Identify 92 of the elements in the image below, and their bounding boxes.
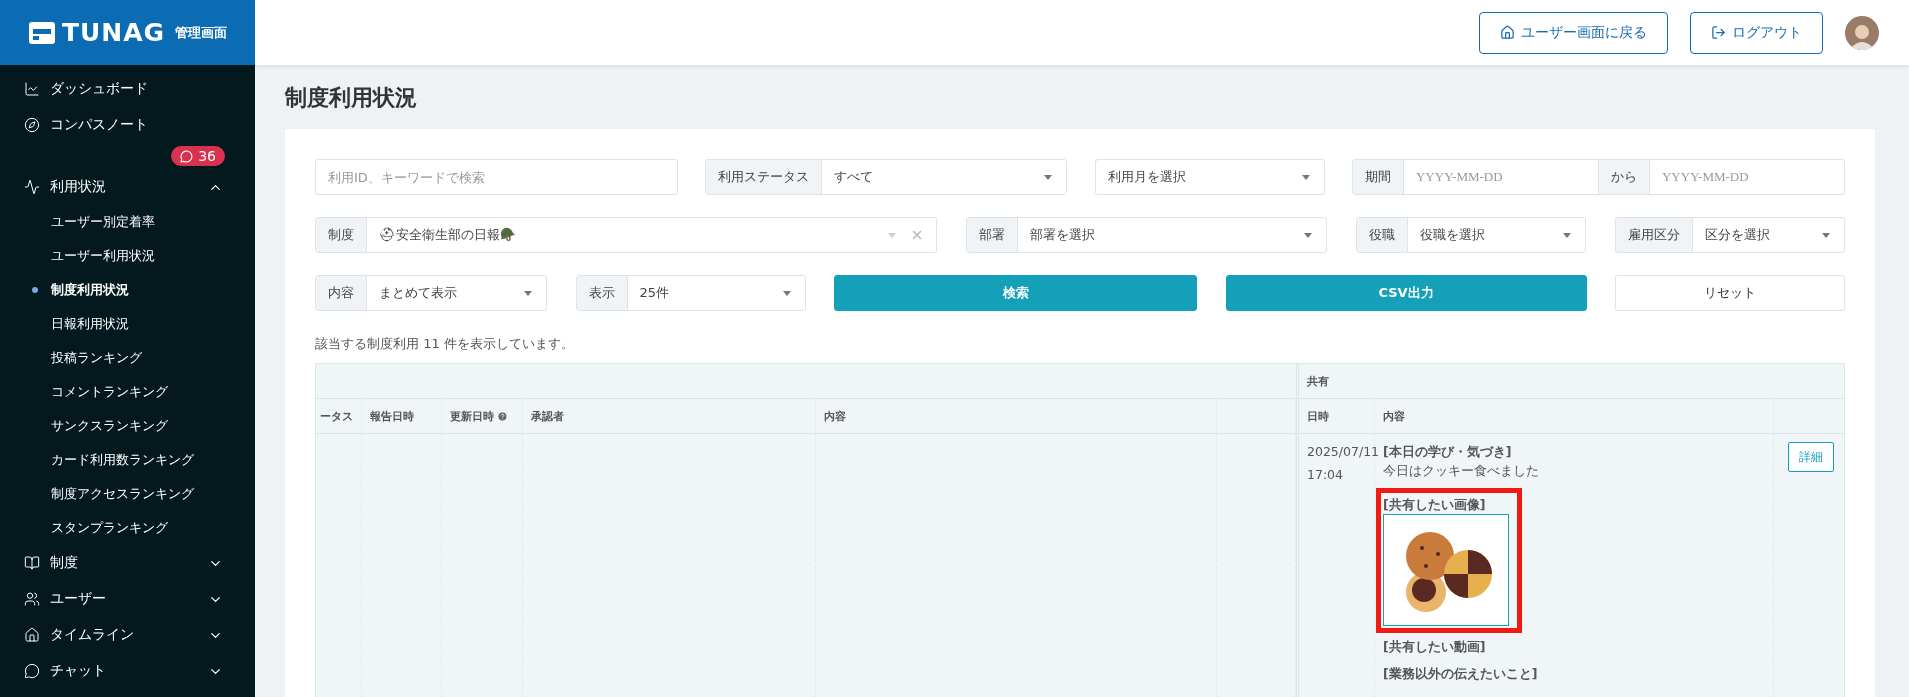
select-value: 25件 [638, 284, 671, 302]
select-value: すべて [833, 168, 875, 186]
speech-bubble-icon [180, 149, 194, 163]
caret-icon [888, 232, 896, 238]
field-label: 部署 [967, 218, 1018, 252]
sidebar-subitem[interactable]: サンクスランキング [0, 409, 255, 443]
home-icon [24, 627, 40, 643]
sidebar-item[interactable]: ユーザー [0, 581, 255, 617]
help-icon[interactable] [497, 410, 508, 422]
section-heading: [共有したい画像] [1383, 496, 1486, 514]
sidebar-item[interactable]: コンパスノート [0, 107, 255, 143]
brand-subtitle: 管理画面 [175, 23, 228, 42]
column-header: 報告日時 [362, 399, 442, 434]
sidebar-item[interactable]: チャット [0, 653, 255, 689]
select-field[interactable]: 利用月を選択 [1094, 159, 1325, 195]
section-heading: [共有したい動画] [1383, 638, 1486, 656]
column-header: 内容 [1375, 399, 1774, 434]
select-field[interactable]: 表示 25件 [575, 275, 806, 311]
logout-icon [1711, 25, 1726, 40]
sidebar-subitem[interactable]: コメントランキング [0, 375, 255, 409]
search-field[interactable]: 利用ID、キーワードで検索 [316, 160, 677, 194]
select-value: ⛑安全衛生部の日報🪖 [378, 226, 517, 244]
sidebar-item[interactable]: 利用状況 [0, 169, 255, 205]
select-value: 利用月を選択 [1106, 168, 1187, 186]
field-label: 内容 [316, 276, 367, 310]
select-value: 区分を選択 [1704, 226, 1771, 244]
book-icon [24, 555, 40, 571]
reset-button[interactable]: リセット [1615, 275, 1845, 311]
date-field[interactable]: YYYY-MM-DD [1650, 160, 1844, 194]
shared-image[interactable] [1383, 514, 1509, 626]
sidebar-subitem[interactable]: ユーザー利用状況 [0, 239, 255, 273]
sidebar-subitem[interactable]: カード利用数ランキング [0, 443, 255, 477]
group-header: 共有 [1296, 364, 1844, 399]
date-range-field[interactable]: 期間 YYYY-MM-DD から YYYY-MM-DD [1352, 159, 1845, 195]
section-heading: [業務以外の伝えたいこと] [1383, 665, 1538, 683]
sidebar-item[interactable]: 制度 [0, 545, 255, 581]
column-header: 承認者 [523, 399, 816, 434]
page-title: 制度利用状況 [285, 84, 418, 112]
select-field[interactable]: 役職 役職を選択 [1356, 217, 1586, 253]
message-count-badge[interactable]: 36 [171, 146, 225, 166]
sidebar-item[interactable]: ダッシュボード [0, 71, 255, 107]
column-header: 更新日時 [442, 399, 523, 434]
field-label: 制度 [316, 218, 367, 252]
logout-button[interactable]: ログアウト [1690, 11, 1823, 54]
caret-icon [1563, 232, 1571, 238]
date-field[interactable]: YYYY-MM-DD [1404, 160, 1599, 194]
sidebar-subitem[interactable]: 制度アクセスランキング [0, 477, 255, 511]
section-text: 今日はクッキー食べました [1383, 462, 1539, 480]
caret-icon [1304, 232, 1312, 238]
field-label: 雇用区分 [1616, 218, 1693, 252]
sidebar-subitem[interactable]: 日報利用状況 [0, 307, 255, 341]
result-count-text: 該当する制度利用 11 件を表示しています。 [315, 335, 575, 353]
select-field[interactable]: 利用ステータス すべて [705, 159, 1068, 195]
speech-bubble-icon [24, 663, 40, 679]
field-label: 役職 [1357, 218, 1408, 252]
pulse-icon [24, 179, 40, 195]
users-icon [24, 591, 40, 607]
column-header: 内容 [816, 399, 1217, 434]
select-field[interactable]: 部署 部署を選択 [966, 217, 1327, 253]
select-value: 部署を選択 [1029, 226, 1096, 244]
home-icon [1500, 25, 1515, 40]
select-field[interactable]: 制度 ⛑安全衛生部の日報🪖 [315, 217, 937, 253]
time-text: 17:04 [1307, 466, 1344, 484]
caret-icon [524, 290, 532, 296]
date-text: 2025/07/11 [1307, 443, 1380, 461]
section-heading: [本日の学び・気づき] [1383, 443, 1512, 461]
caret-icon [1044, 174, 1053, 180]
chart-icon [24, 81, 40, 97]
sidebar-item[interactable]: タイムライン [0, 617, 255, 653]
field-label: 期間 [1353, 160, 1404, 194]
sidebar-subitem[interactable]: スタンプランキング [0, 511, 255, 545]
caret-icon [1822, 232, 1830, 238]
select-value: 役職を選択 [1419, 226, 1486, 244]
logo[interactable]: TUNAG [27, 18, 166, 47]
avatar[interactable] [1845, 15, 1879, 50]
select-field[interactable]: 内容 まとめて表示 [315, 275, 547, 311]
caret-icon [782, 290, 791, 296]
column-header: 日時 [1296, 399, 1375, 434]
column-header: ータス [316, 399, 362, 434]
sidebar-subitem[interactable]: 制度利用状況 [0, 273, 255, 307]
sidebar-subitem[interactable]: ユーザー別定着率 [0, 205, 255, 239]
compass-icon [24, 117, 40, 133]
select-field[interactable]: 雇用区分 区分を選択 [1615, 217, 1845, 253]
badge-count: 36 [198, 148, 216, 164]
logo-icon [27, 20, 56, 45]
range-separator: から [1599, 160, 1650, 194]
select-value: まとめて表示 [378, 284, 458, 302]
field-label: 表示 [576, 276, 628, 310]
field-label: 利用ステータス [706, 160, 823, 194]
sidebar-subitem[interactable]: 投稿ランキング [0, 341, 255, 375]
back-button[interactable]: ユーザー画面に戻る [1479, 11, 1668, 54]
caret-icon [1301, 174, 1310, 180]
